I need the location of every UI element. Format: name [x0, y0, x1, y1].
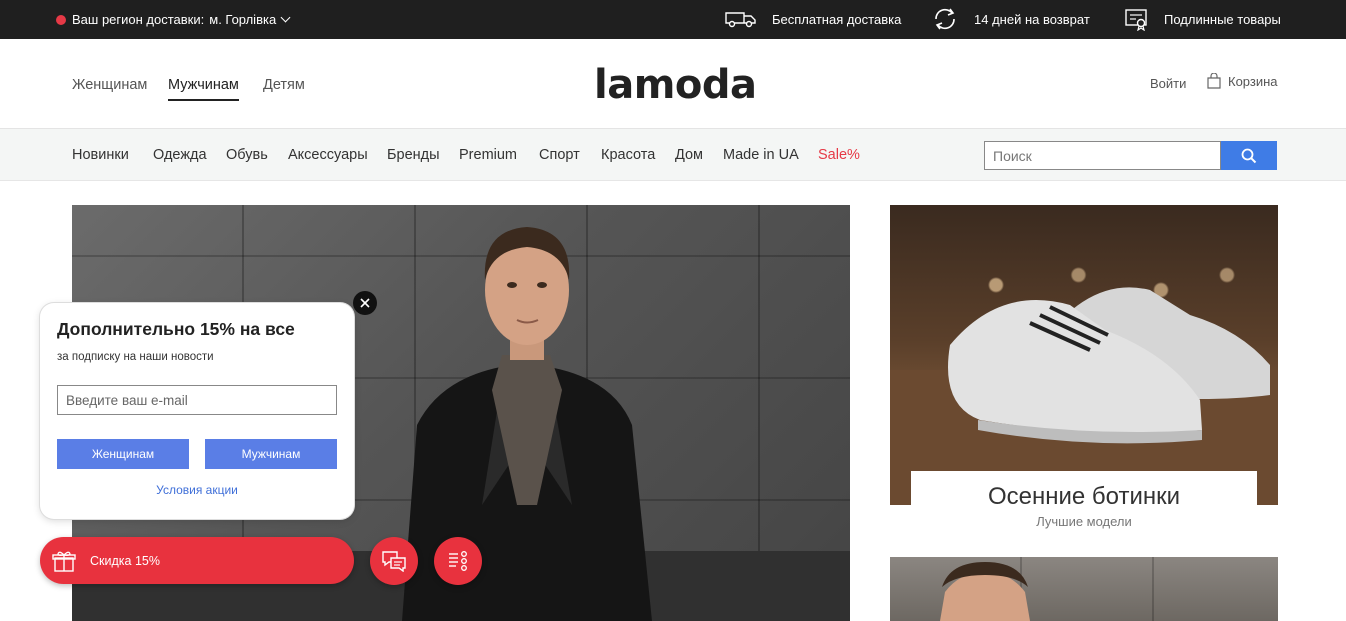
sneakers-image [890, 287, 1278, 505]
subscribe-men-button[interactable]: Мужчинам [205, 439, 337, 469]
list-checklist-icon [449, 551, 467, 571]
shopping-bag-icon [1207, 73, 1221, 89]
card-title: Осенние ботинки [987, 483, 1181, 510]
search-icon [1241, 148, 1257, 163]
nav-item-sport[interactable]: Спорт [539, 147, 580, 163]
perk-free-delivery: Бесплатная доставка [724, 6, 901, 32]
nav-item-sale[interactable]: Sale% [818, 147, 860, 163]
autumn-boots-label[interactable]: Осенние ботинки Лучшие модели [911, 471, 1257, 540]
category-nav: Новинки Одежда Обувь Аксессуары Бренды P… [0, 129, 1346, 181]
nav-item-accessories[interactable]: Аксессуары [288, 147, 368, 163]
return-arrows-icon [935, 8, 955, 30]
search-input[interactable] [984, 141, 1221, 170]
nav-item-brands[interactable]: Бренды [387, 147, 440, 163]
popup-title: Дополнительно 15% на все [57, 319, 295, 339]
top-bar: Ваш регион доставки: м. Горлівка Бесплат… [0, 0, 1346, 39]
cart-link[interactable]: Корзина [1206, 73, 1278, 89]
cart-label: Корзина [1228, 73, 1278, 89]
perk-authentic: Подлинные товары [1124, 6, 1281, 32]
nav-item-shoes[interactable]: Обувь [226, 147, 268, 163]
nav-item-premium[interactable]: Premium [459, 147, 517, 163]
region-label: Ваш регион доставки: [72, 12, 205, 27]
chat-button[interactable] [370, 537, 418, 585]
delivery-region-selector[interactable]: Ваш регион доставки: м. Горлівка [56, 12, 291, 27]
perk-label: 14 дней на возврат [974, 11, 1090, 27]
nav-item-made-in-ua[interactable]: Made in UA [723, 147, 799, 163]
subscription-popup: Дополнительно 15% на все за подписку на … [40, 303, 354, 519]
promo-card-men[interactable] [890, 557, 1278, 621]
nav-item-new[interactable]: Новинки [72, 147, 129, 163]
subscribe-women-button[interactable]: Женщинам [57, 439, 189, 469]
promo-terms-link[interactable]: Условия акции [40, 483, 354, 497]
tab-men[interactable]: Мужчинам [168, 77, 239, 101]
discount-button[interactable]: Скидка 15% [40, 537, 354, 584]
site-header: Женщинам Мужчинам Детям lamoda Войти Кор… [0, 39, 1346, 129]
nav-item-home[interactable]: Дом [675, 147, 703, 163]
discount-label: Скидка 15% [90, 553, 160, 568]
perk-returns: 14 дней на возврат [930, 6, 1090, 32]
tab-women[interactable]: Женщинам [72, 77, 147, 93]
site-logo[interactable]: lamoda [594, 62, 757, 108]
popup-close-button[interactable] [353, 291, 377, 315]
tab-kids[interactable]: Детям [263, 77, 305, 93]
popup-subtitle: за подписку на наши новости [57, 351, 214, 363]
login-link[interactable]: Войти [1150, 76, 1186, 91]
gift-icon [52, 551, 76, 572]
chevron-down-icon[interactable] [280, 12, 291, 23]
perk-label: Бесплатная доставка [772, 11, 902, 27]
nav-item-clothes[interactable]: Одежда [153, 147, 207, 163]
region-city[interactable]: м. Горлівка [209, 12, 276, 27]
nav-item-beauty[interactable]: Красота [601, 147, 655, 163]
order-status-button[interactable] [434, 537, 482, 585]
autumn-boots-card[interactable] [890, 205, 1278, 505]
close-icon [360, 298, 370, 308]
chat-bubbles-icon [382, 551, 406, 572]
perk-label: Подлинные товары [1164, 11, 1281, 27]
location-dot-icon [56, 14, 66, 25]
delivery-truck-icon [725, 12, 756, 28]
card-subtitle: Лучшие модели [1036, 514, 1132, 529]
email-field[interactable] [57, 385, 337, 415]
model-image [940, 562, 1030, 621]
certificate-icon [1125, 9, 1147, 31]
search-button[interactable] [1221, 141, 1277, 170]
